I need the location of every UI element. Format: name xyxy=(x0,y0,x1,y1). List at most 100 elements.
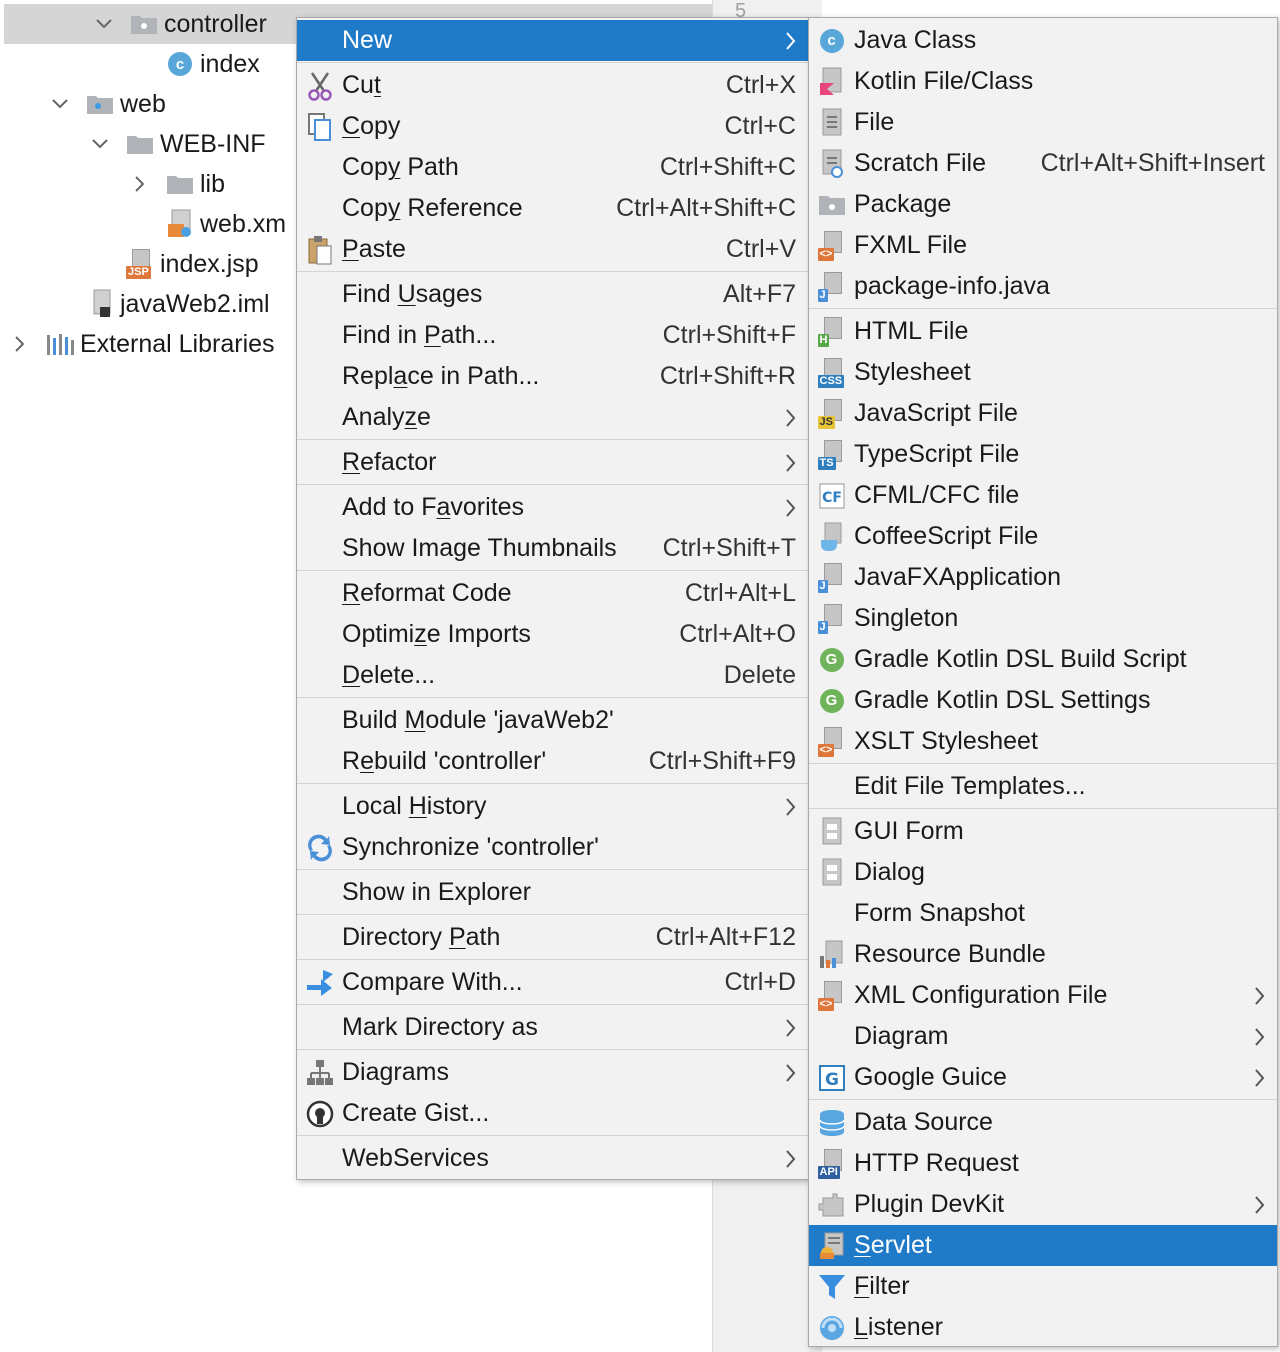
menu-separator xyxy=(809,1099,1277,1100)
menu-item-new[interactable]: New xyxy=(297,20,808,61)
menu-item-refactor[interactable]: Refactor xyxy=(297,442,808,483)
new-item-xslt-stylesheet[interactable]: <> XSLT Stylesheet xyxy=(809,721,1277,762)
new-item-gradle-kotlin-dsl-settings[interactable]: G Gradle Kotlin DSL Settings xyxy=(809,680,1277,721)
menu-item-copy-path[interactable]: Copy Path Ctrl+Shift+C xyxy=(297,147,808,188)
new-item-java-class[interactable]: c Java Class xyxy=(809,20,1277,61)
new-item-coffeescript-file[interactable]: CoffeeScript File xyxy=(809,516,1277,557)
mnemonic-letter: D xyxy=(342,661,361,689)
menu-icon-slot xyxy=(297,1007,342,1048)
menu-item-show-image-thumbnails[interactable]: Show Image Thumbnails Ctrl+Shift+T xyxy=(297,528,808,569)
chevron-down-icon[interactable] xyxy=(80,139,120,149)
new-item-diagram[interactable]: Diagram xyxy=(809,1016,1277,1057)
menu-item-paste[interactable]: Paste Ctrl+V xyxy=(297,229,808,270)
menu-item-show-in-explorer[interactable]: Show in Explorer xyxy=(297,872,808,913)
new-item-gradle-kotlin-dsl-build-script[interactable]: G Gradle Kotlin DSL Build Script xyxy=(809,639,1277,680)
menu-item-synchronize-controller[interactable]: Synchronize 'controller' xyxy=(297,827,808,868)
label-text: opy xyxy=(360,112,401,140)
new-item-package-info-java[interactable]: Jpackage-info.java xyxy=(809,266,1277,307)
new-item-file[interactable]: File xyxy=(809,102,1277,143)
tree-item-index[interactable]: c index xyxy=(0,44,260,84)
label-text: package-info.java xyxy=(854,272,1050,300)
new-item-cfml-cfc-file[interactable]: CF CFML/CFC file xyxy=(809,475,1277,516)
menu-item-local-history[interactable]: Local History xyxy=(297,786,808,827)
chevron-right-icon xyxy=(774,797,808,816)
new-item-kotlin-file-class[interactable]: Kotlin File/Class xyxy=(809,61,1277,102)
menu-item-label: CoffeeScript File xyxy=(854,522,1277,551)
new-item-form-snapshot[interactable]: Form Snapshot xyxy=(809,893,1277,934)
new-item-filter[interactable]: Filter xyxy=(809,1266,1277,1307)
new-submenu[interactable]: c Java Class Kotlin File/Class File Scratch … xyxy=(808,17,1278,1347)
menu-item-build-module-javaweb2[interactable]: Build Module 'javaWeb2' xyxy=(297,700,808,741)
new-item-javascript-file[interactable]: JS JavaScript File xyxy=(809,393,1277,434)
new-item-http-request[interactable]: API HTTP Request xyxy=(809,1143,1277,1184)
menu-item-directory-path[interactable]: Directory Path Ctrl+Alt+F12 xyxy=(297,917,808,958)
tree-item-external-libraries[interactable]: External Libraries xyxy=(0,324,275,364)
menu-icon-slot xyxy=(297,397,342,438)
new-item-package[interactable]: Package xyxy=(809,184,1277,225)
new-item-data-source[interactable]: Data Source xyxy=(809,1102,1277,1143)
menu-item-optimize-imports[interactable]: Optimize Imports Ctrl+Alt+O xyxy=(297,614,808,655)
new-item-plugin-devkit[interactable]: Plugin DevKit xyxy=(809,1184,1277,1225)
menu-item-analyze[interactable]: Analyze xyxy=(297,397,808,438)
menu-item-mark-directory-as[interactable]: Mark Directory as xyxy=(297,1007,808,1048)
menu-item-label: Package xyxy=(854,190,1277,219)
menu-item-reformat-code[interactable]: Reformat Code Ctrl+Alt+L xyxy=(297,573,808,614)
tree-item-iml[interactable]: javaWeb2.iml xyxy=(0,284,270,324)
new-item-singleton[interactable]: J Singleton xyxy=(809,598,1277,639)
new-item-scratch-file[interactable]: Scratch File Ctrl+Alt+Shift+Insert xyxy=(809,143,1277,184)
chevron-right-icon[interactable] xyxy=(0,336,40,352)
new-item-typescript-file[interactable]: TS TypeScript File xyxy=(809,434,1277,475)
new-item-servlet[interactable]: Servlet xyxy=(809,1225,1277,1266)
new-item-listener[interactable]: Listener xyxy=(809,1307,1277,1348)
menu-item-delete[interactable]: Delete... Delete xyxy=(297,655,808,696)
menu-item-label: Replace in Path... xyxy=(342,362,660,391)
new-item-stylesheet[interactable]: CSS Stylesheet xyxy=(809,352,1277,393)
menu-item-label: Plugin DevKit xyxy=(854,1190,1243,1219)
label-text: JavaScript File xyxy=(854,399,1018,427)
menu-item-add-to-favorites[interactable]: Add to Favorites xyxy=(297,487,808,528)
new-item-javafxapplication[interactable]: J JavaFXApplication xyxy=(809,557,1277,598)
tree-item-label: lib xyxy=(200,169,226,198)
label-text: File xyxy=(854,108,895,136)
menu-item-cut[interactable]: Cut Ctrl+X xyxy=(297,65,808,106)
label-text: eformat Code xyxy=(360,579,512,607)
menu-item-find-in-path[interactable]: Find in Path... Ctrl+Shift+F xyxy=(297,315,808,356)
menu-item-find-usages[interactable]: Find Usages Alt+F7 xyxy=(297,274,808,315)
menu-item-label: Paste xyxy=(342,235,726,264)
menu-item-copy-reference[interactable]: Copy Reference Ctrl+Alt+Shift+C xyxy=(297,188,808,229)
tree-item-web[interactable]: web xyxy=(0,84,166,124)
chevron-down-icon[interactable] xyxy=(40,99,80,109)
menu-item-label: Servlet xyxy=(854,1231,1277,1260)
label-text: Find in xyxy=(342,321,424,349)
new-item-google-guice[interactable]: G Google Guice xyxy=(809,1057,1277,1098)
menu-item-diagrams[interactable]: Diagrams xyxy=(297,1052,808,1093)
new-item-xml-configuration-file[interactable]: <> XML Configuration File xyxy=(809,975,1277,1016)
menu-item-label: TypeScript File xyxy=(854,440,1277,469)
tree-item-label: index.jsp xyxy=(160,249,259,278)
label-text: ath... xyxy=(440,321,497,349)
menu-item-copy[interactable]: Copy Ctrl+C xyxy=(297,106,808,147)
mnemonic-letter: z xyxy=(404,403,418,431)
menu-separator xyxy=(297,271,808,272)
chevron-down-icon[interactable] xyxy=(84,19,124,29)
tree-item-lib[interactable]: lib xyxy=(0,164,225,204)
tree-item-index-jsp[interactable]: JSP index.jsp xyxy=(0,244,259,284)
new-item-dialog[interactable]: Dialog xyxy=(809,852,1277,893)
shortcut-label: Ctrl+Shift+F xyxy=(662,321,796,349)
menu-item-rebuild-controller[interactable]: Rebuild 'controller' Ctrl+Shift+F9 xyxy=(297,741,808,782)
tree-item-web-xml[interactable]: web.xm xyxy=(0,204,286,244)
new-item-edit-file-templates[interactable]: Edit File Templates... xyxy=(809,766,1277,807)
tree-item-web-inf[interactable]: WEB-INF xyxy=(0,124,266,164)
menu-item-create-gist[interactable]: Create Gist... xyxy=(297,1093,808,1134)
new-item-html-file[interactable]: H HTML File xyxy=(809,311,1277,352)
xslt-file-icon: <> xyxy=(809,721,854,762)
new-item-fxml-file[interactable]: <> FXML File xyxy=(809,225,1277,266)
new-item-gui-form[interactable]: GUI Form xyxy=(809,811,1277,852)
menu-item-compare-with[interactable]: Compare With... Ctrl+D xyxy=(297,962,808,1003)
menu-item-replace-in-path[interactable]: Replace in Path... Ctrl+Shift+R xyxy=(297,356,808,397)
menu-item-webservices[interactable]: WebServices xyxy=(297,1138,808,1179)
new-item-resource-bundle[interactable]: Resource Bundle xyxy=(809,934,1277,975)
chevron-right-icon[interactable] xyxy=(120,176,160,192)
shortcut-label: Ctrl+D xyxy=(724,968,796,996)
context-menu[interactable]: New Cut Ctrl+X Copy Ctrl+C Copy Path Ctrl+Shif… xyxy=(296,17,809,1180)
